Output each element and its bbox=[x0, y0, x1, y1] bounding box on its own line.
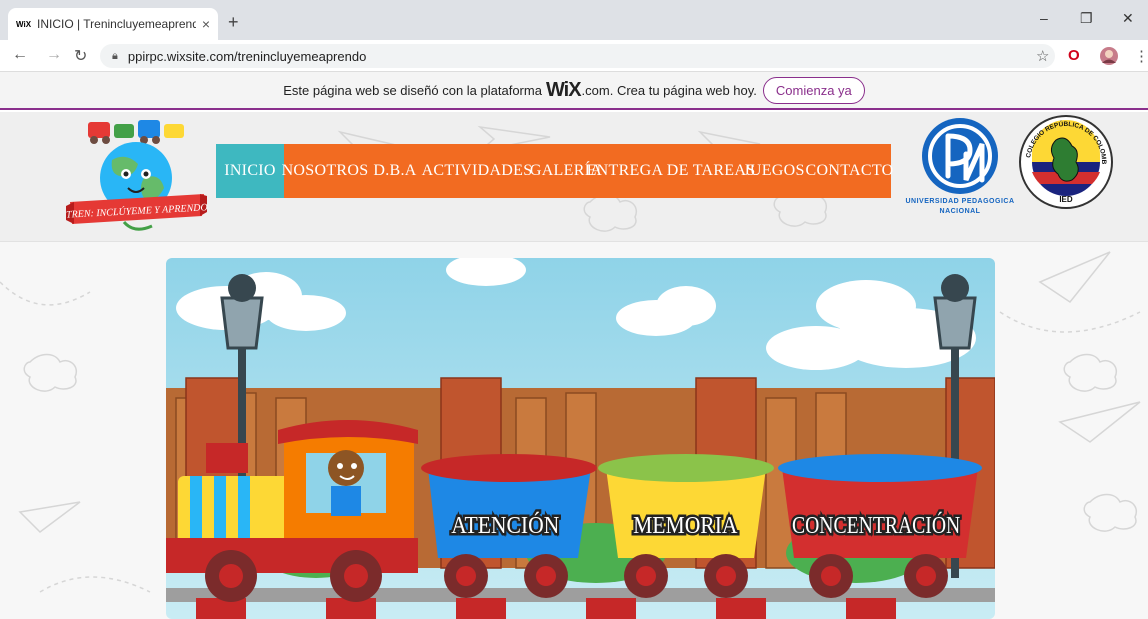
reload-icon[interactable]: ↻ bbox=[74, 46, 87, 66]
lock-icon: 🔒︎ bbox=[112, 49, 118, 62]
site-nav-menu: INICIO NOSOTROS D.B.A ACTIVIDADES GALERÍ… bbox=[216, 144, 894, 198]
wagon-label-atencion: ATENCIÓN bbox=[451, 511, 559, 538]
nav-item-dba[interactable]: D.B.A bbox=[366, 144, 424, 198]
menu-kebab-icon[interactable]: ⋮ bbox=[1134, 47, 1148, 65]
url-input[interactable]: 🔒︎ ppirpc.wixsite.com/trenincluyemeapren… bbox=[100, 44, 1055, 68]
tab-title: INICIO | Trenincluyemeaprendo bbox=[37, 17, 196, 31]
address-bar: ← → ↻ 🔒︎ ppirpc.wixsite.com/trenincluyem… bbox=[0, 40, 1148, 72]
wix-logo: WiX bbox=[545, 78, 582, 101]
forward-icon[interactable]: → bbox=[46, 46, 62, 64]
opera-extension-icon[interactable]: O bbox=[1068, 47, 1080, 64]
back-icon[interactable]: ← bbox=[12, 46, 28, 64]
bookmark-star-icon[interactable]: ☆ bbox=[1036, 47, 1049, 65]
nav-item-entrega-de-tareas[interactable]: ENTREGA DE TAREAS bbox=[587, 144, 756, 198]
browser-tab[interactable]: WiX INICIO | Trenincluyemeaprendo × bbox=[8, 8, 218, 40]
wagon-label-memoria: MEMORIA bbox=[633, 512, 738, 538]
wix-banner-text: Este página web se diseñó con la platafo… bbox=[283, 82, 542, 98]
wix-favicon-icon: WiX bbox=[16, 19, 32, 29]
wix-promo-banner: Este página web se diseñó con la platafo… bbox=[0, 72, 1148, 110]
tab-close-icon[interactable]: × bbox=[202, 16, 210, 32]
upn-name: UNIVERSIDAD PEDAGOGICA bbox=[905, 198, 1015, 205]
profile-avatar[interactable] bbox=[1100, 47, 1118, 69]
hero-banner: ATENCIÓN MEMORIA CONCENTRACIÓN bbox=[166, 258, 995, 619]
new-tab-button[interactable]: + bbox=[228, 12, 239, 33]
upn-logo[interactable]: UNIVERSIDAD PEDAGOGICA NACIONAL bbox=[898, 114, 1022, 222]
ied-text: IED bbox=[1059, 195, 1073, 204]
train-illustration: ATENCIÓN MEMORIA CONCENTRACIÓN bbox=[166, 258, 995, 619]
url-text: ppirpc.wixsite.com/trenincluyemeaprendo bbox=[127, 48, 367, 64]
nav-item-actividades[interactable]: ACTIVIDADES bbox=[422, 144, 533, 198]
nav-item-juegos[interactable]: JUEGOS bbox=[740, 144, 808, 198]
comienza-ya-button[interactable]: Comienza ya bbox=[762, 76, 865, 104]
nav-item-contacto[interactable]: CONTACTO bbox=[806, 144, 894, 198]
wix-banner-text-after: .com. Crea tu página web hoy. bbox=[581, 82, 757, 98]
browser-tab-bar: WiX INICIO | Trenincluyemeaprendo × + – … bbox=[0, 0, 1148, 40]
close-window-icon[interactable]: ✕ bbox=[1122, 10, 1134, 27]
nav-item-inicio[interactable]: INICIO bbox=[216, 144, 284, 198]
minimize-icon[interactable]: – bbox=[1040, 10, 1048, 26]
restore-icon[interactable]: ❐ bbox=[1080, 10, 1093, 27]
nav-item-nosotros[interactable]: NOSOTROS bbox=[282, 144, 369, 198]
wagon-label-concentracion: CONCENTRACIÓN bbox=[792, 511, 960, 538]
ied-logo[interactable]: COLEGIO REPÚBLICA DE COLOMBIA IED bbox=[1016, 109, 1114, 210]
site-logo[interactable]: TREN: INCLÚYEME Y APRENDO bbox=[64, 116, 209, 238]
upn-name-2: NACIONAL bbox=[939, 208, 981, 215]
